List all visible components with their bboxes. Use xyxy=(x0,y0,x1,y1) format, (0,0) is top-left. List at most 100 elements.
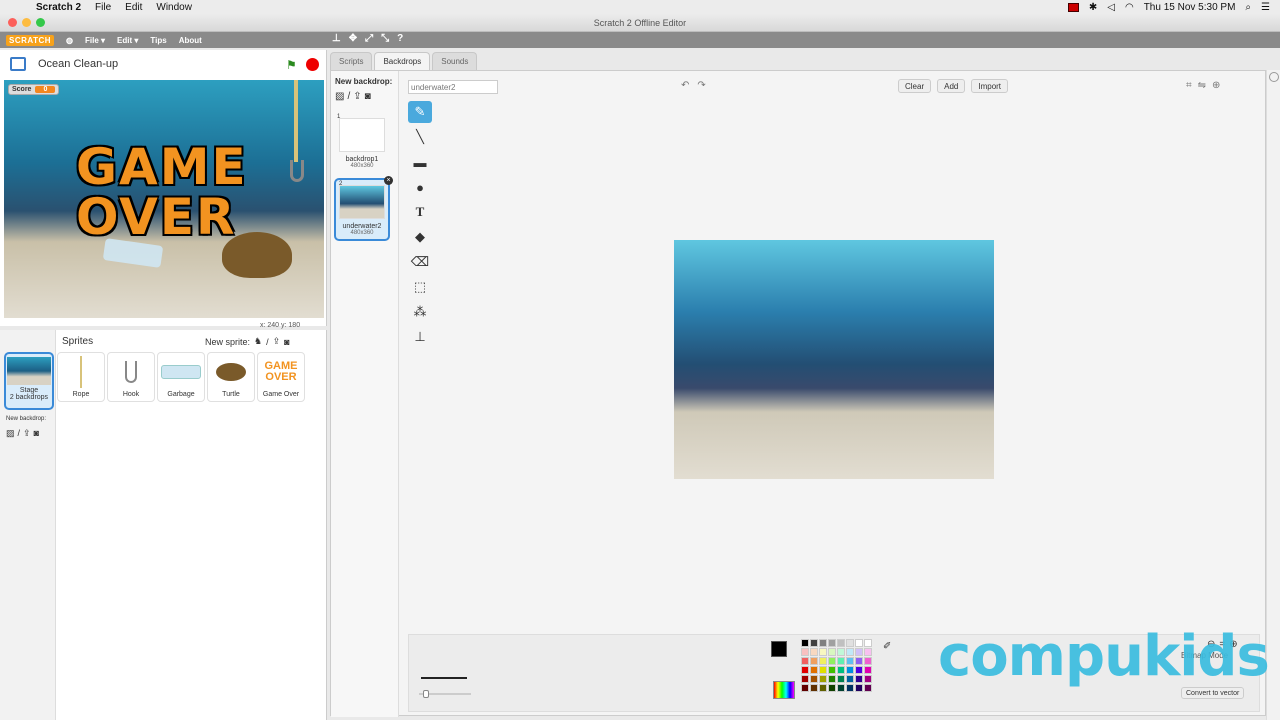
game-over-sprite[interactable]: GAME OVER xyxy=(76,142,248,242)
palette-swatch[interactable] xyxy=(864,657,872,665)
crop-icon[interactable]: ⌗ xyxy=(1186,80,1192,91)
select-tool-icon[interactable]: ⬚ xyxy=(408,276,432,298)
stage-canvas[interactable]: Score 0 GAME OVER xyxy=(4,80,324,318)
palette-swatch[interactable] xyxy=(864,639,872,647)
paint-sprite-icon[interactable]: / xyxy=(266,337,269,347)
tab-scripts[interactable]: Scripts xyxy=(330,52,373,70)
palette-swatch[interactable] xyxy=(837,648,845,656)
camera-backdrop-icon[interactable]: ◙ xyxy=(365,91,371,102)
flip-horizontal-icon[interactable]: ⇋ xyxy=(1198,80,1206,91)
minimize-window-icon[interactable] xyxy=(22,18,31,27)
stamp-tool-icon[interactable]: ⊥ xyxy=(408,326,432,348)
palette-swatch[interactable] xyxy=(846,675,854,683)
palette-swatch[interactable] xyxy=(810,666,818,674)
palette-swatch[interactable] xyxy=(864,684,872,692)
redo-icon[interactable]: ↷ xyxy=(697,80,705,91)
hook-sprite[interactable] xyxy=(290,160,304,182)
palette-swatch[interactable] xyxy=(801,657,809,665)
primary-color-swatch[interactable] xyxy=(771,641,787,657)
ellipse-tool-icon[interactable]: ● xyxy=(408,176,432,198)
spotlight-icon[interactable]: ⌕ xyxy=(1245,2,1251,13)
paint-canvas[interactable] xyxy=(674,240,994,479)
palette-swatch[interactable] xyxy=(801,648,809,656)
palette-swatch[interactable] xyxy=(819,666,827,674)
palette-swatch[interactable] xyxy=(855,666,863,674)
rectangle-tool-icon[interactable]: ▬ xyxy=(408,151,432,173)
palette-swatch[interactable] xyxy=(846,657,854,665)
palette-swatch[interactable] xyxy=(801,684,809,692)
palette-swatch[interactable] xyxy=(846,666,854,674)
slider-knob[interactable] xyxy=(423,690,429,698)
wifi-icon[interactable]: ◠ xyxy=(1125,2,1134,13)
palette-swatch[interactable] xyxy=(864,666,872,674)
camera-backdrop-icon[interactable]: ◙ xyxy=(34,428,39,439)
palette-swatch[interactable] xyxy=(819,684,827,692)
backdrop-item[interactable]: 1 backdrop1 480x360 xyxy=(334,113,390,176)
mac-menu-window[interactable]: Window xyxy=(156,2,192,13)
scratch-logo[interactable]: SCRATCH xyxy=(6,34,55,46)
palette-swatch[interactable] xyxy=(828,684,836,692)
shrink-icon[interactable]: ⤡ xyxy=(381,33,389,44)
maximize-window-icon[interactable] xyxy=(36,18,45,27)
tab-backdrops[interactable]: Backdrops xyxy=(374,52,431,70)
palette-swatch[interactable] xyxy=(855,639,863,647)
text-tool-icon[interactable]: T xyxy=(408,201,432,223)
palette-swatch[interactable] xyxy=(828,666,836,674)
palette-swatch[interactable] xyxy=(855,684,863,692)
tab-sounds[interactable]: Sounds xyxy=(432,52,478,70)
notification-icon[interactable]: ☰ xyxy=(1261,2,1270,13)
palette-swatch[interactable] xyxy=(837,666,845,674)
sprite-tile-turtle[interactable]: Turtle xyxy=(207,352,255,402)
mac-menu-edit[interactable]: Edit xyxy=(125,2,142,13)
scratch-menu-file[interactable]: File ▾ xyxy=(85,36,105,45)
paint-backdrop-icon[interactable]: / xyxy=(347,91,350,102)
eraser-tool-icon[interactable]: ⌫ xyxy=(408,251,432,273)
mac-app-name[interactable]: Scratch 2 xyxy=(36,2,81,13)
select-remove-background-icon[interactable]: ⁂ xyxy=(408,301,432,323)
mac-clock[interactable]: Thu 15 Nov 5:30 PM xyxy=(1144,2,1236,13)
delete-backdrop-icon[interactable]: × xyxy=(384,176,393,185)
record-status-icon[interactable] xyxy=(1067,2,1079,12)
palette-swatch[interactable] xyxy=(828,648,836,656)
green-flag-icon[interactable]: ⚑ xyxy=(286,58,297,72)
palette-swatch[interactable] xyxy=(855,657,863,665)
scratch-menu-tips[interactable]: Tips xyxy=(150,36,166,45)
backdrop-library-icon[interactable]: ▨ xyxy=(6,428,15,439)
palette-swatch[interactable] xyxy=(846,639,854,647)
palette-swatch[interactable] xyxy=(810,684,818,692)
palette-swatch[interactable] xyxy=(837,639,845,647)
stage-thumbnail[interactable]: Stage 2 backdrops xyxy=(4,352,54,410)
info-icon[interactable] xyxy=(1268,72,1279,82)
presentation-mode-icon[interactable] xyxy=(10,57,26,71)
fill-tool-icon[interactable]: ◆ xyxy=(408,226,432,248)
brush-tool-icon[interactable]: ✎ xyxy=(408,101,432,123)
palette-swatch[interactable] xyxy=(819,657,827,665)
backdrop-library-icon[interactable]: ▨ xyxy=(335,91,344,102)
paint-backdrop-icon[interactable]: / xyxy=(18,428,21,439)
add-button[interactable]: Add xyxy=(937,79,966,93)
palette-swatch[interactable] xyxy=(828,639,836,647)
palette-swatch[interactable] xyxy=(828,675,836,683)
duplicate-icon[interactable]: ⊥ xyxy=(332,33,341,44)
palette-swatch[interactable] xyxy=(855,648,863,656)
palette-swatch[interactable] xyxy=(801,639,809,647)
line-tool-icon[interactable]: ╲ xyxy=(408,126,432,148)
camera-sprite-icon[interactable]: ◙ xyxy=(284,337,289,347)
palette-swatch[interactable] xyxy=(828,657,836,665)
scratch-menu-edit[interactable]: Edit ▾ xyxy=(117,36,138,45)
palette-swatch[interactable] xyxy=(810,657,818,665)
sprite-tile-rope[interactable]: Rope xyxy=(57,352,105,402)
palette-swatch[interactable] xyxy=(819,639,827,647)
sprite-tile-garbage[interactable]: Garbage xyxy=(157,352,205,402)
clear-button[interactable]: Clear xyxy=(898,79,932,93)
palette-swatch[interactable] xyxy=(801,666,809,674)
sprite-tile-game-over[interactable]: GAME OVER Game Over xyxy=(257,352,305,402)
volume-icon[interactable]: ◁ xyxy=(1107,2,1115,13)
grow-icon[interactable]: ⤢ xyxy=(365,33,373,44)
palette-swatch[interactable] xyxy=(819,648,827,656)
upload-sprite-icon[interactable]: ⇪ xyxy=(273,336,281,347)
scratch-menu-about[interactable]: About xyxy=(179,36,202,45)
palette-swatch[interactable] xyxy=(837,657,845,665)
palette-swatch[interactable] xyxy=(810,648,818,656)
palette-swatch[interactable] xyxy=(819,675,827,683)
